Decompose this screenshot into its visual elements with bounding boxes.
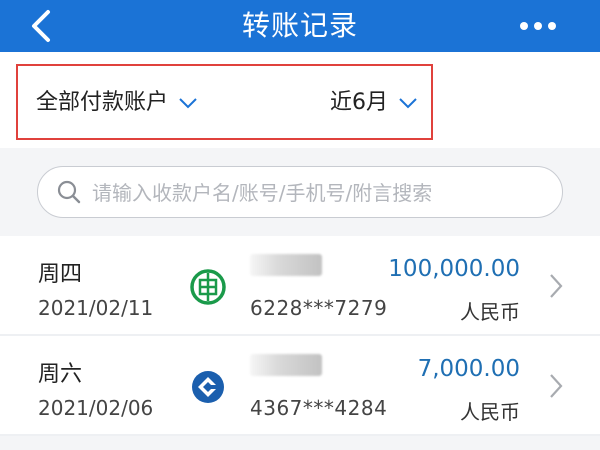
account-filter-label: 全部付款账户 [36,90,169,115]
chevron-down-icon [399,98,417,109]
transfer-record-row[interactable]: 周六 2021/02/06 4367***4284 7,000.00 人民币 [0,336,600,436]
account-filter-dropdown[interactable]: 全部付款账户 [36,84,198,122]
record-amount: 100,000.00 [388,256,520,282]
transfer-record-list: 周四 2021/02/11 6228***7279 100,000.00 人民币… [0,236,600,436]
record-date: 2021/02/11 [38,296,154,320]
search-section [0,148,600,236]
chevron-right-icon [550,374,563,398]
chevron-right-icon [550,274,563,298]
record-amount: 7,000.00 [417,356,520,382]
transfer-record-row[interactable]: 周四 2021/02/11 6228***7279 100,000.00 人民币 [0,236,600,336]
blurred-payee-name [250,354,322,376]
record-account-number: 4367***4284 [250,396,388,420]
record-date: 2021/02/06 [38,396,154,420]
period-filter-label: 近6月 [330,90,388,115]
search-box[interactable] [37,166,563,219]
page-title: 转账记录 [241,9,358,42]
record-weekday: 周四 [38,262,83,287]
top-nav-bar: 转账记录 [0,0,600,52]
more-button[interactable] [518,14,558,38]
ccb-bank-icon [192,371,224,403]
record-currency: 人民币 [460,300,520,324]
filter-bar: 全部付款账户 近6月 [0,52,600,148]
search-icon [57,180,81,204]
record-weekday: 周六 [38,362,83,387]
more-dots-icon [520,22,556,30]
chevron-down-icon [179,98,197,109]
record-currency: 人民币 [460,400,520,424]
blurred-payee-name [250,254,322,276]
record-account-number: 6228***7279 [250,296,388,320]
abc-bank-icon [190,269,226,305]
search-input[interactable] [90,167,554,219]
period-filter-dropdown[interactable]: 近6月 [330,84,418,122]
